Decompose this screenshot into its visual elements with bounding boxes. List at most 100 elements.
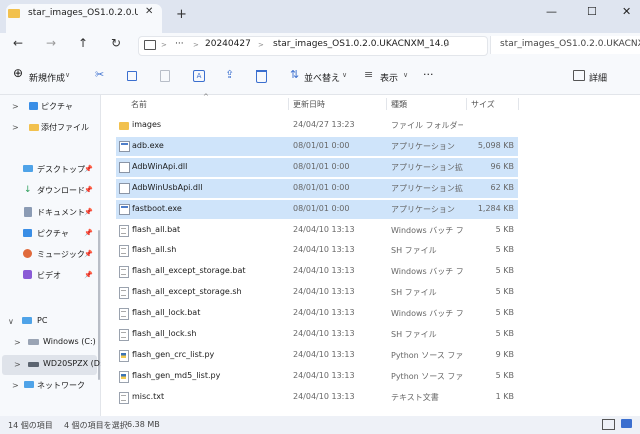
sidebar-item-pictures[interactable]: > ピクチャ	[0, 101, 98, 121]
details-button[interactable]: 詳細	[589, 71, 607, 84]
selection-size: 6.38 MB	[127, 420, 160, 429]
nav-scrollbar[interactable]	[98, 230, 100, 380]
chevron-right-icon[interactable]: >	[12, 123, 19, 132]
delete-icon[interactable]	[256, 70, 267, 83]
paste-icon[interactable]	[160, 70, 170, 82]
more-options-button[interactable]: ···	[423, 68, 434, 81]
doc-file-icon	[119, 287, 129, 299]
rename-icon[interactable]: A	[193, 70, 205, 82]
back-button[interactable]: ←	[13, 36, 23, 50]
new-button[interactable]: 新規作成	[29, 71, 65, 84]
table-row[interactable]: fastboot.exe 08/01/01 0:00 アプリケーション 1,284 K…	[116, 200, 518, 219]
copy-icon[interactable]	[127, 71, 137, 81]
folder-icon	[8, 9, 20, 18]
tiles-view-icon[interactable]	[621, 419, 632, 428]
maximize-button[interactable]: ☐	[587, 5, 597, 18]
file-size: 5 KB	[495, 225, 514, 234]
drive-icon	[28, 339, 39, 345]
chevron-right-icon[interactable]: >	[12, 381, 19, 390]
sidebar-item-label: ピクチャ	[41, 102, 73, 111]
table-row[interactable]: flash_gen_md5_list.py 24/04/10 13:13 Pytho…	[116, 367, 518, 386]
monitor-icon	[144, 40, 156, 50]
refresh-button[interactable]: ↻	[111, 36, 121, 50]
breadcrumb-item[interactable]: star_images_OS1.0.2.0.UKACNXM_14.0	[273, 39, 449, 49]
table-row[interactable]: AdbWinUsbApi.dll 08/01/01 0:00 アプリケーション拡張 6…	[116, 179, 518, 198]
network-icon	[24, 381, 34, 388]
sidebar-item-pc[interactable]: ∨ PC	[0, 316, 98, 336]
details-view-icon[interactable]	[602, 419, 615, 430]
chevron-right-icon[interactable]: >	[12, 102, 19, 111]
forward-button[interactable]: →	[46, 36, 56, 50]
new-tab-button[interactable]: +	[176, 7, 187, 22]
column-divider[interactable]	[466, 98, 467, 110]
table-row[interactable]: flash_all_lock.bat 24/04/10 13:13 Windows …	[116, 304, 518, 323]
column-divider[interactable]	[518, 98, 519, 110]
table-row[interactable]: images 24/04/27 13:23 ファイル フォルダー	[116, 116, 518, 135]
chevron-down-icon[interactable]: ∨	[8, 317, 14, 326]
table-row[interactable]: flash_all.bat 24/04/10 13:13 Windows バッチ フ…	[116, 221, 518, 240]
sidebar-item-pictures-pinned[interactable]: ピクチャ 📌	[0, 228, 98, 248]
pin-icon[interactable]: 📌	[84, 208, 93, 216]
file-modified: 24/04/10 13:13	[293, 392, 355, 401]
chevron-right-icon[interactable]: >	[14, 338, 21, 347]
table-row[interactable]: flash_all.sh 24/04/10 13:13 SH ファイル 5 KB	[116, 241, 518, 260]
column-header-name[interactable]: 名前	[131, 99, 147, 110]
pin-icon[interactable]: 📌	[84, 271, 93, 279]
tab-close-button[interactable]: ✕	[145, 6, 153, 17]
column-header-size[interactable]: サイズ	[471, 99, 495, 110]
exe-file-icon	[119, 204, 130, 215]
table-row[interactable]: adb.exe 08/01/01 0:00 アプリケーション 5,098 KB	[116, 137, 518, 156]
pin-icon[interactable]: 📌	[84, 250, 93, 258]
view-icon: ≡	[364, 68, 374, 81]
table-row[interactable]: flash_all_lock.sh 24/04/10 13:13 SH ファイル 5 …	[116, 325, 518, 344]
search-input[interactable]: star_images_OS1.0.2.0.UKACNXM	[500, 39, 640, 49]
minimize-button[interactable]: —	[546, 5, 557, 18]
column-header-modified[interactable]: 更新日時	[293, 99, 325, 110]
sidebar-item-videos[interactable]: ビデオ 📌	[0, 270, 98, 290]
sidebar-item-attachments[interactable]: > 添付ファイル	[0, 122, 98, 142]
table-row[interactable]: flash_all_except_storage.bat 24/04/10 13:…	[116, 262, 518, 281]
file-name: flash_gen_md5_list.py	[132, 371, 221, 380]
dll-file-icon	[119, 162, 130, 173]
file-name: AdbWinApi.dll	[132, 162, 188, 171]
file-size: 62 KB	[490, 183, 514, 192]
selection-count: 4 個の項目を選択	[64, 421, 128, 430]
sidebar-item-music[interactable]: ミュージック 📌	[0, 249, 98, 269]
cut-icon[interactable]: ✂	[95, 68, 104, 81]
sidebar-item-label: PC	[37, 316, 48, 325]
tab-title[interactable]: star_images_OS1.0.2.0.UKACNX	[28, 8, 138, 18]
chevron-right-icon[interactable]: >	[14, 360, 21, 369]
up-button[interactable]: ↑	[78, 36, 88, 50]
breadcrumb-item[interactable]: 20240427	[205, 39, 251, 49]
item-count: 14 個の項目	[8, 421, 53, 430]
pin-icon[interactable]: 📌	[84, 229, 93, 237]
pin-icon[interactable]: 📌	[84, 186, 93, 194]
breadcrumb-more[interactable]: ···	[175, 39, 184, 49]
file-name: fastboot.exe	[132, 204, 182, 213]
table-row[interactable]: misc.txt 24/04/10 13:13 テキスト文書 1 KB	[116, 388, 518, 407]
close-window-button[interactable]: ✕	[622, 5, 631, 18]
table-row[interactable]: flash_gen_crc_list.py 24/04/10 13:13 Pytho…	[116, 346, 518, 365]
sidebar-item-drive-c[interactable]: > Windows (C:)	[0, 337, 98, 357]
table-row[interactable]: AdbWinApi.dll 08/01/01 0:00 アプリケーション拡張 96 K…	[116, 158, 518, 177]
sort-button[interactable]: 並べ替え	[304, 71, 340, 84]
details-pane-icon	[573, 70, 585, 81]
table-row[interactable]: flash_all_except_storage.sh 24/04/10 13:1…	[116, 283, 518, 302]
doc-file-icon	[119, 245, 129, 257]
pin-icon[interactable]: 📌	[84, 165, 93, 173]
column-header-type[interactable]: 種類	[391, 99, 407, 110]
file-modified: 24/04/10 13:13	[293, 287, 355, 296]
file-size: 5 KB	[495, 287, 514, 296]
view-button[interactable]: 表示	[380, 71, 398, 84]
sidebar-item-desktop[interactable]: デスクトップ 📌	[0, 164, 98, 184]
file-name: adb.exe	[132, 141, 164, 150]
sidebar-item-drive-d[interactable]: > WD20SPZX (D:	[2, 355, 103, 375]
file-modified: 24/04/10 13:13	[293, 329, 355, 338]
share-icon[interactable]: ⇪	[225, 68, 234, 81]
column-divider[interactable]	[288, 98, 289, 110]
column-divider[interactable]	[386, 98, 387, 110]
sidebar-item-documents[interactable]: ドキュメント 📌	[0, 207, 98, 227]
chevron-right-icon: >	[258, 41, 264, 49]
sidebar-item-downloads[interactable]: ↓ ダウンロード 📌	[0, 185, 98, 205]
sidebar-item-network[interactable]: > ネットワーク	[0, 380, 98, 400]
